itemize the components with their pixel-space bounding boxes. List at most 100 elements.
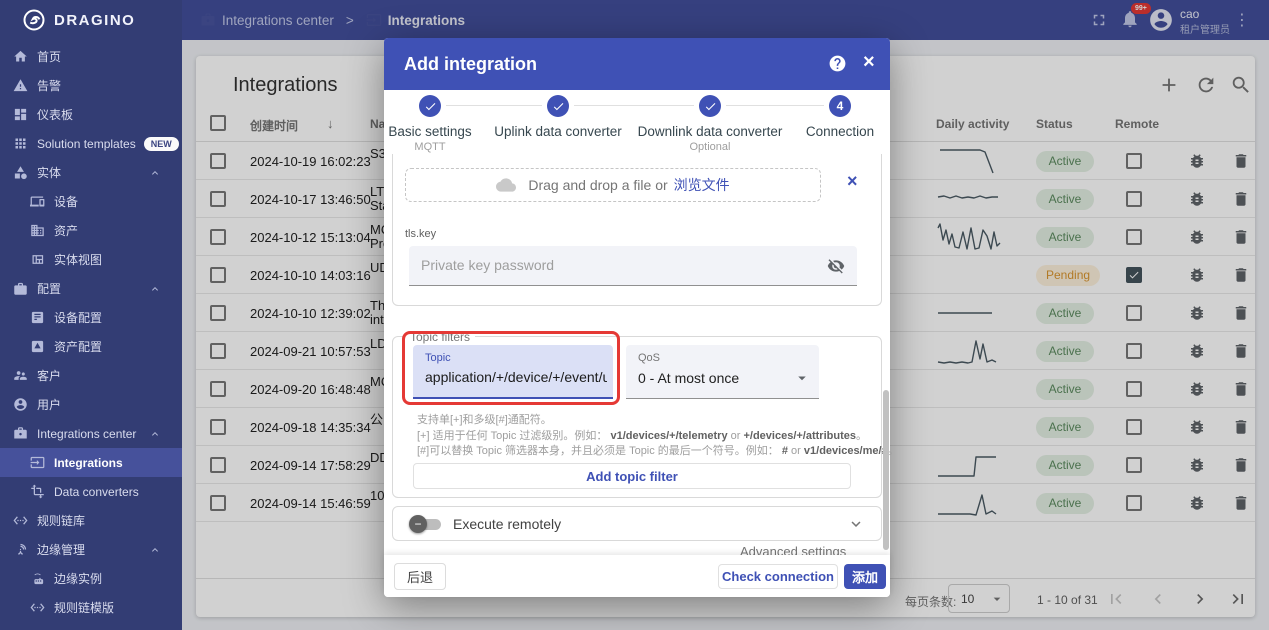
step-check-icon <box>704 100 717 113</box>
step-circle[interactable] <box>699 95 721 117</box>
sidebar-item-label: 设备配置 <box>54 311 103 325</box>
sidebar: DRAGINO 首页告警仪表板 Solution templates NEW 实体设备… <box>0 0 182 630</box>
help-line: [#]可以替换 Topic 筛选器本身，并且必须是 Topic 的最后一个符号。… <box>417 445 899 457</box>
topic-label: Topic <box>425 352 451 364</box>
sidebar-item-data-converters[interactable]: Data converters <box>0 477 182 506</box>
step-circle[interactable] <box>547 95 569 117</box>
sidebar-nav: 首页告警仪表板 Solution templates NEW 实体设备资产实体视图配置… <box>0 42 182 622</box>
logo[interactable]: DRAGINO <box>0 0 182 40</box>
chevron-up-icon[interactable] <box>149 428 161 440</box>
sidebar-item-label: Integrations <box>54 455 123 470</box>
sidebar-item-dashboards[interactable]: 仪表板 <box>0 100 182 129</box>
topic-filters-group: Topic filters Topic QoS 0 - At most once… <box>392 330 899 498</box>
chevron-up-icon[interactable] <box>149 283 161 295</box>
sidebar-item-home[interactable]: 首页 <box>0 42 182 71</box>
sidebar-item-label: Data converters <box>54 484 139 499</box>
chevron-down-icon[interactable] <box>847 515 865 533</box>
step-sublabel: MQTT <box>414 141 446 153</box>
qos-select[interactable]: QoS 0 - At most once <box>626 345 819 399</box>
sidebar-item-label: 资产 <box>54 224 79 238</box>
topic-field: Topic <box>413 345 613 399</box>
step-label: Connection <box>805 124 875 139</box>
dragino-logo-icon <box>22 8 46 32</box>
integrations-center-icon <box>13 426 28 441</box>
chevron-up-icon[interactable] <box>149 544 161 556</box>
sidebar-item-label: 规则链库 <box>37 514 86 528</box>
sidebar-item-label: Solution templates <box>37 136 136 151</box>
back-button[interactable]: 后退 <box>394 563 447 590</box>
modal-scrollbar[interactable] <box>883 390 889 550</box>
sidebar-item-profiles[interactable]: 配置 <box>0 274 182 303</box>
data-converters-icon <box>30 484 45 499</box>
close-icon[interactable]: × <box>863 51 875 74</box>
sidebar-item-label: 规则链模版 <box>54 601 115 615</box>
sidebar-item-asset-profiles[interactable]: 资产配置 <box>0 332 182 361</box>
sidebar-item-label: 告警 <box>37 79 62 93</box>
entities-icon <box>13 165 28 180</box>
logo-text: DRAGINO <box>54 11 136 29</box>
sidebar-item-rule-chain-templates[interactable]: 规则链模版 <box>0 593 182 622</box>
sidebar-item-solution-templates[interactable]: Solution templates NEW <box>0 129 182 158</box>
sidebar-item-users[interactable]: 用户 <box>0 390 182 419</box>
sidebar-item-customers[interactable]: 客户 <box>0 361 182 390</box>
step-connector <box>574 105 694 106</box>
sidebar-item-rule-chains[interactable]: 规则链库 <box>0 506 182 535</box>
sidebar-item-integrations[interactable]: Integrations <box>0 448 182 477</box>
execute-remotely-label: Execute remotely <box>453 516 562 532</box>
sidebar-item-integrations-center[interactable]: Integrations center <box>0 419 182 448</box>
topic-input[interactable] <box>425 369 607 385</box>
step-connector <box>446 105 542 106</box>
cloud-upload-icon <box>496 175 517 195</box>
private-key-password-input[interactable] <box>421 246 811 284</box>
browse-files-link[interactable]: 浏览文件 <box>674 175 730 195</box>
qos-label: QoS <box>638 352 661 364</box>
sidebar-item-assets[interactable]: 资产 <box>0 216 182 245</box>
users-icon <box>13 397 28 412</box>
step-check-icon <box>552 100 565 113</box>
add-topic-filter-button[interactable]: Add topic filter <box>413 463 851 489</box>
add-button-label: 添加 <box>851 570 878 585</box>
sidebar-item-label: 配置 <box>37 282 62 296</box>
check-connection-label: Check connection <box>722 569 834 584</box>
new-badge: NEW <box>143 136 179 151</box>
sidebar-item-label: 首页 <box>37 50 62 64</box>
private-key-password-field <box>409 246 857 286</box>
toggle-thumb: − <box>409 515 427 533</box>
toggle-password-visibility-icon[interactable] <box>827 257 845 275</box>
sidebar-item-edge-instances[interactable]: 边缘实例 <box>0 564 182 593</box>
execute-remotely-card: − Execute remotely <box>392 506 882 541</box>
sidebar-item-label: 边缘实例 <box>54 572 103 586</box>
sidebar-item-label: 设备 <box>54 195 79 209</box>
asset-profiles-icon <box>30 339 45 354</box>
step-connector <box>726 105 824 106</box>
check-connection-button[interactable]: Check connection <box>718 564 838 589</box>
devices-icon <box>30 194 45 209</box>
sidebar-item-devices[interactable]: 设备 <box>0 187 182 216</box>
execute-remotely-toggle[interactable]: − <box>409 515 441 533</box>
add-integration-dialog: Add integration × Basic settings MQTT Upli… <box>384 38 899 597</box>
help-icon[interactable] <box>828 54 847 73</box>
step-check-icon <box>424 100 437 113</box>
chevron-up-icon[interactable] <box>149 167 161 179</box>
sidebar-item-entity-views[interactable]: 实体视图 <box>0 245 182 274</box>
file-dropzone[interactable]: Drag and drop a file or 浏览文件 <box>405 168 821 202</box>
customers-icon <box>13 368 28 383</box>
step-circle[interactable]: 4 <box>829 95 851 117</box>
sidebar-item-alarms[interactable]: 告警 <box>0 71 182 100</box>
step-circle[interactable] <box>419 95 441 117</box>
home-icon <box>13 49 28 64</box>
sidebar-item-entities[interactable]: 实体 <box>0 158 182 187</box>
entity-views-icon <box>30 252 45 267</box>
credentials-card: Drag and drop a file or 浏览文件 × tls.key <box>392 154 882 306</box>
help-line: [+] 适用于任何 Topic 过滤级别。例如： v1/devices/+/te… <box>417 429 867 442</box>
add-button[interactable]: 添加 <box>844 564 886 589</box>
sidebar-item-edge-management[interactable]: 边缘管理 <box>0 535 182 564</box>
sidebar-item-label: 仪表板 <box>37 108 74 122</box>
back-button-label: 后退 <box>407 570 434 585</box>
sidebar-item-device-profiles[interactable]: 设备配置 <box>0 303 182 332</box>
clear-file-icon[interactable]: × <box>847 172 858 190</box>
dialog-footer: 后退 Check connection 添加 <box>384 555 890 597</box>
dropzone-text: Drag and drop a file or <box>528 177 668 193</box>
sidebar-item-label: 实体视图 <box>54 253 103 267</box>
edge-management-icon <box>13 542 28 557</box>
